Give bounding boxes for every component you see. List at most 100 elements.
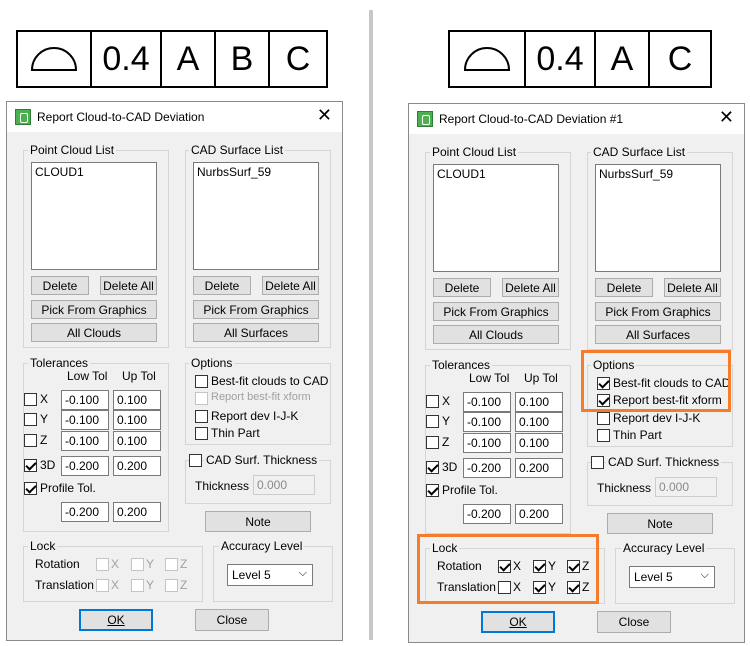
tol-z-checkbox[interactable] (24, 434, 37, 447)
close-icon[interactable]: ✕ (317, 106, 332, 124)
all-surfaces-button[interactable]: All Surfaces (595, 325, 721, 344)
accuracy-select[interactable]: Level 5 ⌵ (629, 566, 715, 588)
tol-3d-up-input[interactable]: 0.200 (113, 456, 161, 476)
tol-y-up-input[interactable]: 0.100 (113, 410, 161, 430)
title-bar: Report Cloud-to-CAD Deviation #1 ✕ (409, 104, 744, 134)
delete-all-clouds-button[interactable]: Delete All (502, 278, 559, 297)
tol-z-low-input[interactable]: -0.100 (61, 431, 109, 451)
tol-3d-checkbox[interactable] (24, 459, 37, 472)
best-fit-label: Best-fit clouds to CAD (211, 374, 329, 388)
tol-y-checkbox[interactable] (24, 413, 37, 426)
profile-tol-checkbox[interactable] (24, 482, 37, 495)
profile-tol-checkbox[interactable] (426, 484, 439, 497)
tol-3d-low-input[interactable]: -0.200 (61, 456, 109, 476)
tol-z-up-input[interactable]: 0.100 (113, 431, 161, 451)
report-dev-checkbox[interactable] (597, 412, 610, 425)
datum-a: A (162, 32, 216, 86)
rotation-x-checkbox (96, 558, 109, 571)
tol-3d-checkbox[interactable] (426, 461, 439, 474)
pick-clouds-button[interactable]: Pick From Graphics (433, 302, 559, 321)
accuracy-label: Accuracy Level (621, 541, 707, 555)
cad-thickness-checkbox[interactable] (591, 456, 604, 469)
tolerance-value: 0.4 (92, 32, 162, 86)
pick-surfaces-button[interactable]: Pick From Graphics (193, 300, 319, 319)
tol-y-up-input[interactable]: 0.100 (515, 412, 563, 432)
ok-button[interactable]: OK (79, 609, 153, 631)
lock-highlight (417, 534, 599, 604)
report-dev-checkbox[interactable] (195, 410, 208, 423)
tol-x-up-input[interactable]: 0.100 (113, 390, 161, 410)
all-clouds-button[interactable]: All Clouds (433, 325, 559, 344)
tol-x-low-input[interactable]: -0.100 (61, 390, 109, 410)
tolerance-value: 0.4 (526, 32, 596, 86)
profile-low-input[interactable]: -0.200 (61, 502, 109, 522)
surface-profile-icon (450, 32, 526, 86)
cad-surface-list[interactable]: NurbsSurf_59 (595, 164, 721, 272)
tol-3d-label: 3D (442, 460, 458, 474)
point-cloud-list-label: Point Cloud List (28, 143, 117, 157)
thickness-label: Thickness (195, 479, 250, 493)
delete-cloud-button[interactable]: Delete (433, 278, 491, 297)
point-cloud-list[interactable]: CLOUD1 (31, 162, 157, 270)
tol-y-low-input[interactable]: -0.100 (61, 410, 109, 430)
delete-surface-button[interactable]: Delete (595, 278, 653, 297)
thickness-input: 0.000 (253, 475, 315, 495)
delete-all-clouds-button[interactable]: Delete All (100, 276, 157, 295)
rotation-y-checkbox (131, 558, 144, 571)
tol-3d-low-input[interactable]: -0.200 (463, 458, 511, 478)
point-cloud-list[interactable]: CLOUD1 (433, 164, 559, 272)
translation-x-label: X (111, 578, 120, 592)
thin-part-checkbox[interactable] (597, 429, 610, 442)
profile-up-input[interactable]: 0.200 (515, 504, 563, 524)
tol-x-checkbox[interactable] (426, 395, 439, 408)
tol-3d-up-input[interactable]: 0.200 (515, 458, 563, 478)
list-item[interactable]: NurbsSurf_59 (599, 167, 717, 181)
list-item[interactable]: NurbsSurf_59 (197, 165, 315, 179)
accuracy-select[interactable]: Level 5 ⌵ (227, 564, 313, 586)
thickness-label: Thickness (597, 481, 652, 495)
tol-x-low-input[interactable]: -0.100 (463, 392, 511, 412)
list-item[interactable]: CLOUD1 (437, 167, 555, 181)
list-item[interactable]: CLOUD1 (35, 165, 153, 179)
app-icon (417, 111, 433, 127)
low-tol-header: Low Tol (67, 369, 108, 383)
pick-surfaces-button[interactable]: Pick From Graphics (595, 302, 721, 321)
tol-z-up-input[interactable]: 0.100 (515, 433, 563, 453)
divider (369, 10, 373, 640)
tol-x-checkbox[interactable] (24, 393, 37, 406)
best-fit-checkbox[interactable] (195, 375, 208, 388)
close-icon[interactable]: ✕ (719, 108, 734, 126)
cad-thickness-checkbox[interactable] (189, 454, 202, 467)
pick-clouds-button[interactable]: Pick From Graphics (31, 300, 157, 319)
cad-surface-list-label: CAD Surface List (189, 143, 286, 157)
all-surfaces-button[interactable]: All Surfaces (193, 323, 319, 342)
delete-surface-button[interactable]: Delete (193, 276, 251, 295)
tol-x-up-input[interactable]: 0.100 (515, 392, 563, 412)
accuracy-value: Level 5 (232, 568, 271, 582)
datum-c: C (667, 39, 693, 78)
low-tol-header: Low Tol (469, 371, 510, 385)
profile-up-input[interactable]: 0.200 (113, 502, 161, 522)
thin-part-checkbox[interactable] (195, 427, 208, 440)
all-clouds-button[interactable]: All Clouds (31, 323, 157, 342)
ok-button[interactable]: OK (481, 611, 555, 633)
tol-y-label: Y (442, 414, 451, 428)
rotation-x-label: X (111, 557, 120, 571)
delete-all-surfaces-button[interactable]: Delete All (664, 278, 721, 297)
cad-surface-list[interactable]: NurbsSurf_59 (193, 162, 319, 270)
profile-tol-label: Profile Tol. (40, 481, 96, 495)
tol-z-checkbox[interactable] (426, 436, 439, 449)
tol-z-low-input[interactable]: -0.100 (463, 433, 511, 453)
close-button[interactable]: Close (195, 609, 269, 631)
chevron-down-icon: ⌵ (700, 569, 709, 581)
profile-low-input[interactable]: -0.200 (463, 504, 511, 524)
dialog-title: Report Cloud-to-CAD Deviation (37, 110, 205, 124)
tol-y-low-input[interactable]: -0.100 (463, 412, 511, 432)
delete-all-surfaces-button[interactable]: Delete All (262, 276, 319, 295)
note-button[interactable]: Note (607, 513, 713, 534)
note-button[interactable]: Note (205, 511, 311, 532)
rotation-z-checkbox (165, 558, 178, 571)
delete-cloud-button[interactable]: Delete (31, 276, 89, 295)
tol-y-checkbox[interactable] (426, 415, 439, 428)
close-button[interactable]: Close (597, 611, 671, 633)
